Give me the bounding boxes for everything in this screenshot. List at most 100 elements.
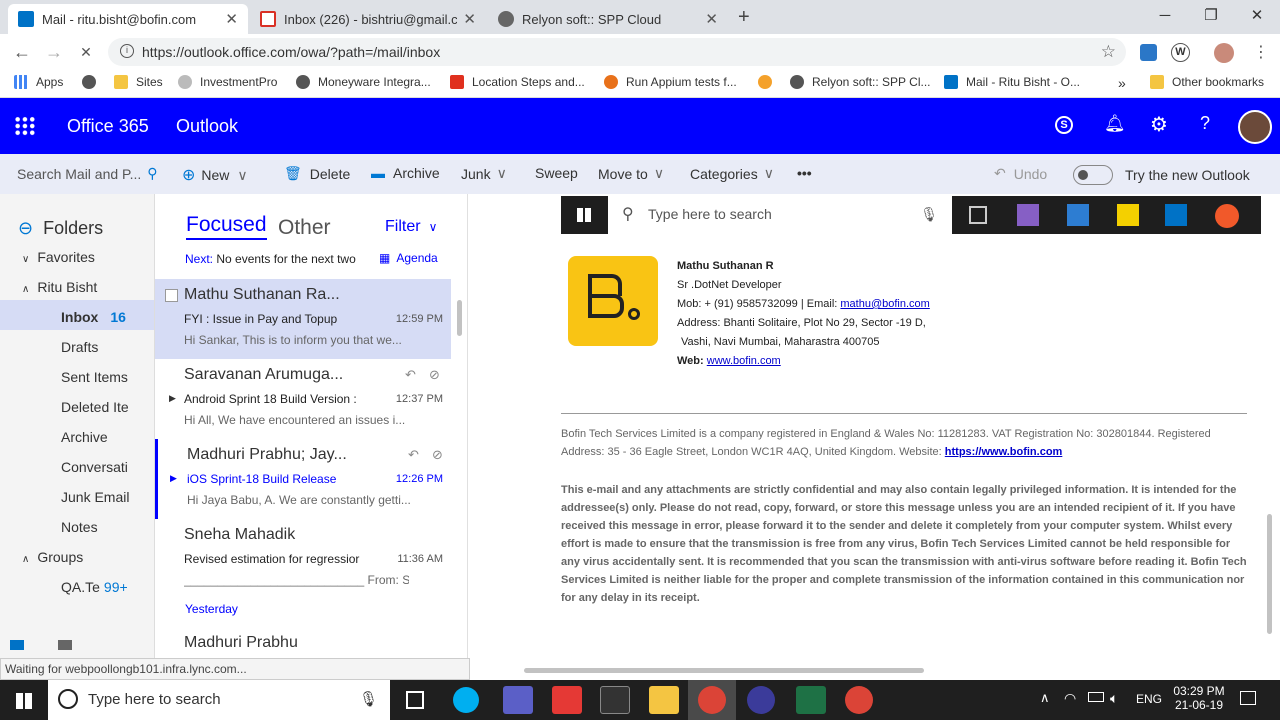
- extension-icon[interactable]: [1140, 44, 1157, 61]
- groups-header[interactable]: ∧ Groups: [22, 549, 83, 565]
- folder-conversation-history[interactable]: Conversati: [61, 459, 128, 475]
- clock[interactable]: 03:29 PM 21-06-19: [1172, 684, 1226, 712]
- select-checkbox[interactable]: [165, 289, 178, 302]
- back-arrow-icon[interactable]: ←: [10, 40, 34, 64]
- bookmark-relyon[interactable]: Relyon soft:: SPP Cl...: [790, 75, 931, 89]
- website-link[interactable]: https://www.bofin.com: [945, 446, 1063, 458]
- bookmark-moneyware[interactable]: Moneyware Integra...: [296, 75, 431, 89]
- folder-drafts[interactable]: Drafts: [61, 339, 98, 355]
- toggle-switch[interactable]: [1073, 165, 1113, 185]
- file-explorer-taskbar-icon[interactable]: [649, 686, 679, 714]
- vertical-scrollbar[interactable]: [1267, 514, 1272, 634]
- message-item-unread[interactable]: Madhuri Prabhu; Jay... ↶ ⊘ ▶ iOS Sprint-…: [155, 439, 451, 519]
- excel-taskbar-icon[interactable]: [796, 686, 826, 714]
- favorites-header[interactable]: ∨ Favorites: [22, 249, 95, 265]
- bell-icon[interactable]: 🔔︎: [1104, 114, 1126, 134]
- bookmark-location[interactable]: Location Steps and...: [450, 75, 585, 89]
- terminal-taskbar-icon[interactable]: [600, 686, 630, 714]
- agenda-button[interactable]: ▦ Agenda: [379, 251, 438, 265]
- message-item[interactable]: Madhuri Prabhu PM: [155, 627, 451, 658]
- message-item[interactable]: Sneha Mahadik Revised estimation for reg…: [155, 519, 451, 599]
- more-bookmarks-chevron-icon[interactable]: »: [1118, 75, 1126, 91]
- chrome-menu-icon[interactable]: ⋮: [1253, 42, 1269, 62]
- message-item[interactable]: Saravanan Arumuga... ↶ ⊘ ▶ Android Sprin…: [155, 359, 451, 439]
- chrome-taskbar-icon[interactable]: [845, 686, 873, 714]
- close-icon[interactable]: ✕: [225, 10, 238, 28]
- new-tab-button[interactable]: +: [738, 6, 750, 29]
- bookmark-sites[interactable]: Sites: [114, 75, 163, 89]
- try-new-outlook-toggle[interactable]: Try the new Outlook: [1073, 165, 1250, 185]
- chrome-taskbar-icon[interactable]: [698, 686, 726, 714]
- folder-sent-items[interactable]: Sent Items: [61, 369, 128, 385]
- collapse-arrow-icon[interactable]: ⊖: [18, 218, 33, 239]
- folders-header[interactable]: ⊖ Folders: [18, 218, 103, 239]
- speaker-icon[interactable]: 🔈︎: [1110, 690, 1118, 707]
- account-header[interactable]: ∧ Ritu Bisht: [22, 279, 97, 295]
- new-button[interactable]: ⊕ New ∨: [182, 165, 248, 185]
- horizontal-scrollbar[interactable]: [524, 668, 924, 673]
- minimize-icon[interactable]: ─: [1142, 0, 1188, 30]
- tab-other[interactable]: Other: [278, 216, 331, 240]
- close-icon[interactable]: ✕: [705, 10, 718, 28]
- folder-inbox[interactable]: Inbox 16: [61, 309, 126, 325]
- battery-icon[interactable]: [1088, 692, 1104, 702]
- taskbar-search-box[interactable]: Type here to search 🎙︎: [48, 680, 390, 720]
- bookmark-star[interactable]: [758, 75, 780, 89]
- app-launcher-icon[interactable]: [14, 116, 36, 136]
- bookmark-appium[interactable]: Run Appium tests f...: [604, 75, 737, 89]
- microphone-icon[interactable]: 🎙︎: [359, 690, 378, 708]
- close-icon[interactable]: ✕: [463, 10, 476, 28]
- filter-button[interactable]: Filter ∨: [385, 218, 437, 236]
- chevron-down-icon[interactable]: ∨: [237, 167, 247, 184]
- delete-button[interactable]: 🗑︎ Delete: [284, 165, 350, 182]
- office-365-brand[interactable]: Office 365: [67, 116, 149, 137]
- chevron-up-icon[interactable]: ∧: [1040, 690, 1050, 706]
- wordpress-extension-icon[interactable]: W: [1171, 43, 1190, 62]
- notifications-icon[interactable]: [1240, 691, 1256, 705]
- move-to-button[interactable]: Move to ∨: [598, 165, 664, 182]
- language-indicator[interactable]: ENG: [1136, 692, 1162, 706]
- help-icon[interactable]: ?: [1200, 113, 1210, 134]
- scrollbar[interactable]: [457, 300, 462, 336]
- email-link[interactable]: mathu@bofin.com: [840, 298, 929, 310]
- folder-notes[interactable]: Notes: [61, 519, 98, 535]
- anydesk-taskbar-icon[interactable]: [552, 686, 582, 714]
- expand-thread-icon[interactable]: ▶: [170, 473, 177, 484]
- maximize-icon[interactable]: ❐: [1188, 0, 1234, 30]
- info-icon[interactable]: i: [120, 44, 134, 58]
- browser-tab-relyon[interactable]: Relyon soft:: SPP Cloud ✕: [488, 4, 728, 34]
- browser-tab-outlook[interactable]: Mail - ritu.bisht@bofin.com ✕: [8, 4, 248, 34]
- url-bar[interactable]: i https://outlook.office.com/owa/?path=/…: [108, 38, 1126, 66]
- sweep-button[interactable]: Sweep: [535, 165, 578, 181]
- more-options-icon[interactable]: •••: [797, 165, 812, 181]
- skype-taskbar-icon[interactable]: [453, 687, 479, 713]
- folder-archive[interactable]: Archive: [61, 429, 108, 445]
- group-qa[interactable]: QA.Te 99+: [61, 579, 128, 595]
- browser-tab-gmail[interactable]: Inbox (226) - bishtriu@gmail.com ✕: [250, 4, 486, 34]
- profile-avatar[interactable]: [1214, 43, 1234, 63]
- expand-thread-icon[interactable]: ▶: [169, 393, 176, 404]
- folder-deleted-items[interactable]: Deleted Ite: [61, 399, 129, 415]
- wifi-icon[interactable]: ◠: [1064, 690, 1076, 707]
- undo-button[interactable]: ↶ Undo: [994, 165, 1047, 182]
- message-item[interactable]: Mathu Suthanan Ra... FYI : Issue in Pay …: [155, 279, 451, 359]
- junk-button[interactable]: Junk ∨: [461, 165, 507, 182]
- mail-icon[interactable]: [10, 640, 24, 650]
- forward-arrow-icon[interactable]: →: [42, 40, 66, 64]
- task-view-icon[interactable]: [406, 691, 424, 709]
- user-avatar[interactable]: [1238, 110, 1272, 144]
- tab-focused[interactable]: Focused: [186, 213, 267, 240]
- teams-taskbar-icon[interactable]: [503, 686, 533, 714]
- skype-icon[interactable]: S: [1055, 116, 1073, 134]
- bookmark-globe[interactable]: [82, 75, 104, 89]
- window-close-icon[interactable]: ✕: [1234, 0, 1280, 30]
- archive-button[interactable]: ▬ Archive: [371, 165, 440, 181]
- windows-start-icon[interactable]: [16, 693, 32, 709]
- bookmark-other[interactable]: Other bookmarks: [1150, 75, 1264, 89]
- chevron-down-icon[interactable]: ∨: [497, 165, 507, 182]
- categories-button[interactable]: Categories ∨: [690, 165, 774, 182]
- stop-loading-icon[interactable]: ✕: [74, 40, 98, 64]
- bookmark-star-icon[interactable]: ☆: [1101, 42, 1116, 62]
- outlook-app-name[interactable]: Outlook: [176, 116, 238, 137]
- eclipse-taskbar-icon[interactable]: [747, 686, 775, 714]
